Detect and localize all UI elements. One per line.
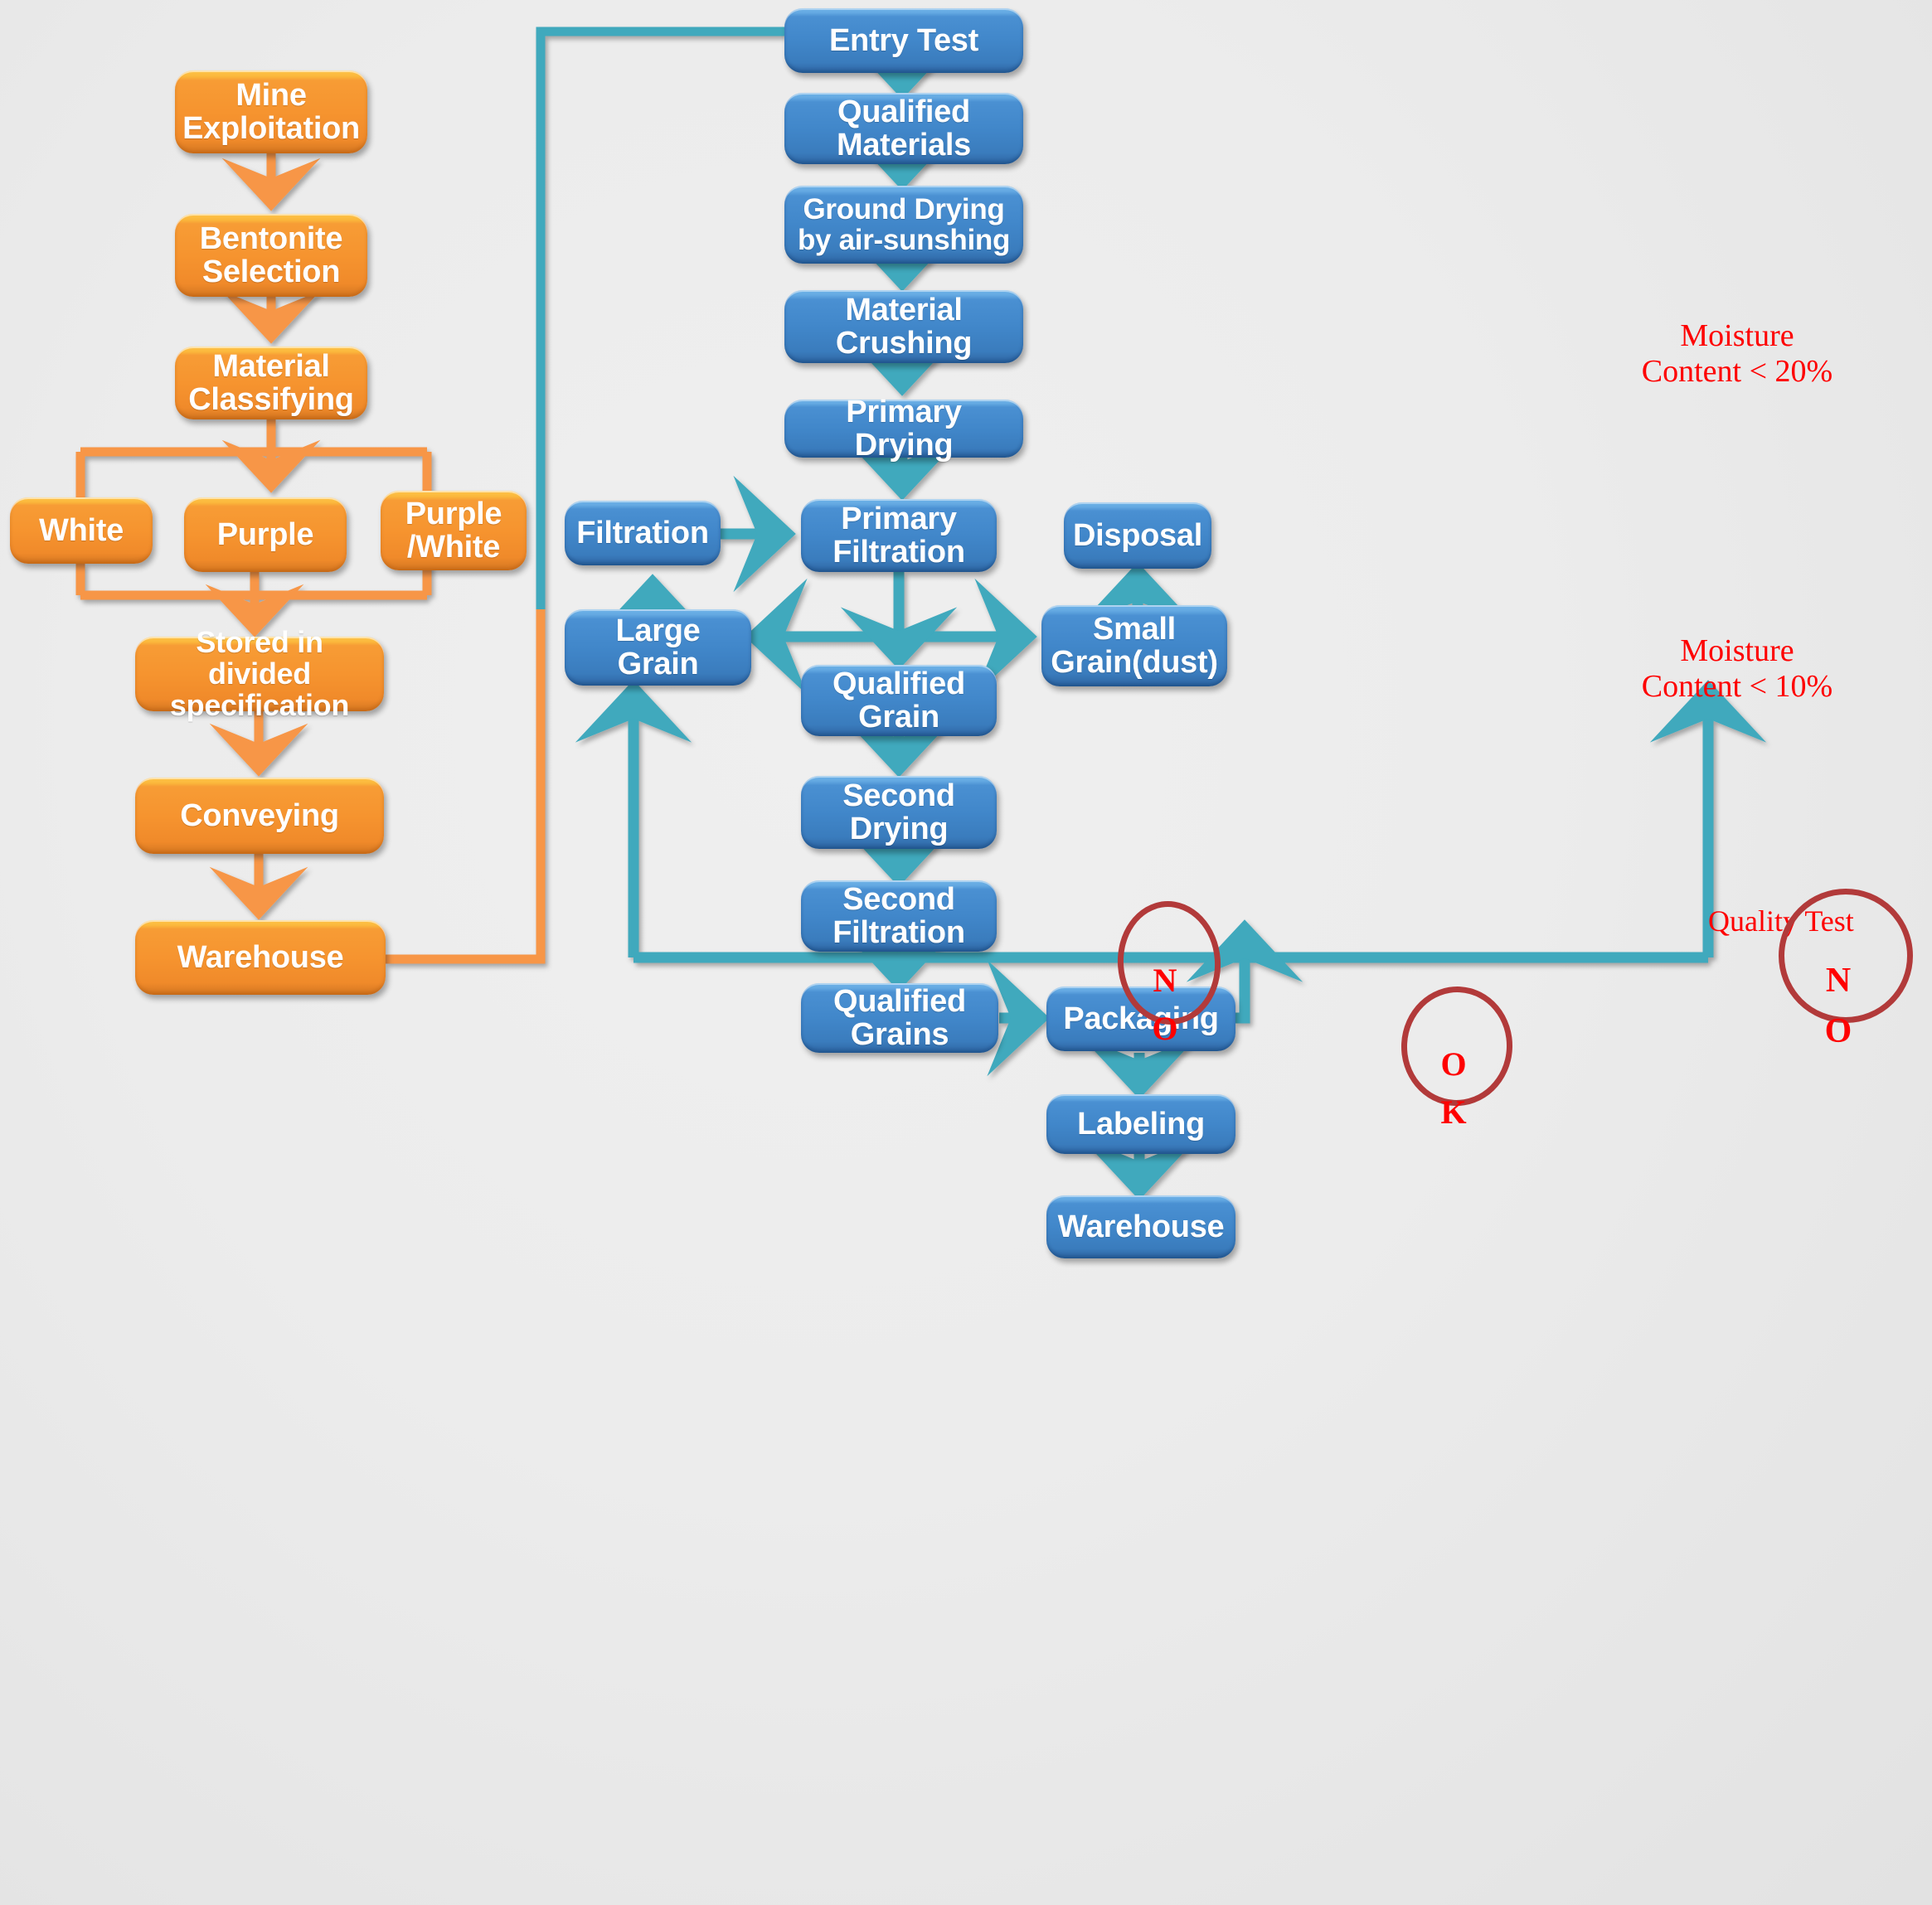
node-label: Labeling <box>1077 1106 1205 1142</box>
node-labeling[interactable]: Labeling <box>1046 1094 1235 1154</box>
node-warehouse-raw[interactable]: Warehouse <box>135 920 386 995</box>
decision-marker-no-large-grain-label: N O <box>1143 909 1187 1053</box>
annotation-moisture-20: Moisture Content < 20% <box>1580 282 1895 390</box>
node-primary-drying[interactable]: Primary Drying <box>784 395 1023 462</box>
node-second-drying[interactable]: Second Drying <box>801 776 997 849</box>
node-mine-exploitation[interactable]: Mine Exploitation <box>175 70 367 153</box>
node-white[interactable]: White <box>10 497 153 564</box>
node-label: Warehouse <box>1057 1209 1225 1244</box>
node-label: Stored in divided specification <box>169 624 350 723</box>
node-purple[interactable]: Purple <box>184 497 347 572</box>
node-label: Entry Test <box>828 22 978 58</box>
node-label: Purple /White <box>405 496 502 565</box>
node-disposal[interactable]: Disposal <box>1064 502 1211 569</box>
node-label: Qualified Materials <box>836 94 972 162</box>
node-ground-drying[interactable]: Ground Drying by air-sunshing <box>784 186 1023 264</box>
node-bentonite-selection[interactable]: Bentonite Selection <box>175 214 367 297</box>
node-label: Primary Drying <box>846 394 962 463</box>
node-label: Mine Exploitation <box>182 77 360 146</box>
node-label: Filtration <box>576 515 709 550</box>
node-qualified-materials[interactable]: Qualified Materials <box>784 93 1023 164</box>
node-material-classifying[interactable]: Material Classifying <box>175 347 367 419</box>
node-large-grain[interactable]: Large Grain <box>565 609 751 686</box>
node-label: Second Filtration <box>833 881 965 950</box>
node-label: White <box>39 512 124 548</box>
node-label: Conveying <box>180 797 339 833</box>
node-label: Material Crushing <box>835 292 973 361</box>
node-material-crushing[interactable]: Material Crushing <box>784 290 1023 363</box>
node-qualified-grains[interactable]: Qualified Grains <box>801 983 998 1053</box>
node-label: Primary Filtration <box>833 501 965 570</box>
node-second-filtration[interactable]: Second Filtration <box>801 880 997 952</box>
marker-text: O K <box>1440 1045 1467 1131</box>
node-label: Large Grain <box>615 613 701 681</box>
node-packaging[interactable]: Packaging <box>1046 986 1235 1051</box>
node-label: Warehouse <box>177 939 344 975</box>
node-label: Qualified Grains <box>833 983 966 1052</box>
node-label: Qualified Grain <box>833 666 965 734</box>
node-entry-test[interactable]: Entry Test <box>784 8 1023 73</box>
node-stored-in-divided-specification[interactable]: Stored in divided specification <box>135 626 384 721</box>
decision-marker-ok-qualified-grain-label: O K <box>1431 992 1476 1137</box>
node-purple-white[interactable]: Purple /White <box>381 491 527 570</box>
node-conveying[interactable]: Conveying <box>135 778 384 854</box>
node-label: Bentonite Selection <box>199 221 343 289</box>
node-label: Disposal <box>1073 517 1202 553</box>
node-label: Purple <box>216 516 314 552</box>
node-qualified-grain[interactable]: Qualified Grain <box>801 665 997 736</box>
node-label: Second Drying <box>842 778 955 846</box>
node-warehouse-final[interactable]: Warehouse <box>1046 1195 1235 1258</box>
node-primary-filtration[interactable]: Primary Filtration <box>801 499 997 572</box>
node-label: Material Classifying <box>188 348 354 417</box>
node-filtration[interactable]: Filtration <box>565 501 721 565</box>
node-small-grain-dust[interactable]: Small Grain(dust) <box>1041 605 1227 686</box>
node-label: Packaging <box>1063 1001 1219 1036</box>
marker-text: N O <box>1152 962 1178 1047</box>
annotation-text: Moisture Content < 10% <box>1641 633 1833 705</box>
marker-text: N O <box>1824 961 1852 1050</box>
annotation-text: Moisture Content < 20% <box>1641 318 1833 390</box>
node-label: Ground Drying by air-sunshing <box>797 192 1011 256</box>
node-label: Small Grain(dust) <box>1051 611 1218 680</box>
decision-marker-no-small-grain-label: N O <box>1816 905 1861 1057</box>
annotation-moisture-10: Moisture Content < 10% <box>1580 597 1895 705</box>
